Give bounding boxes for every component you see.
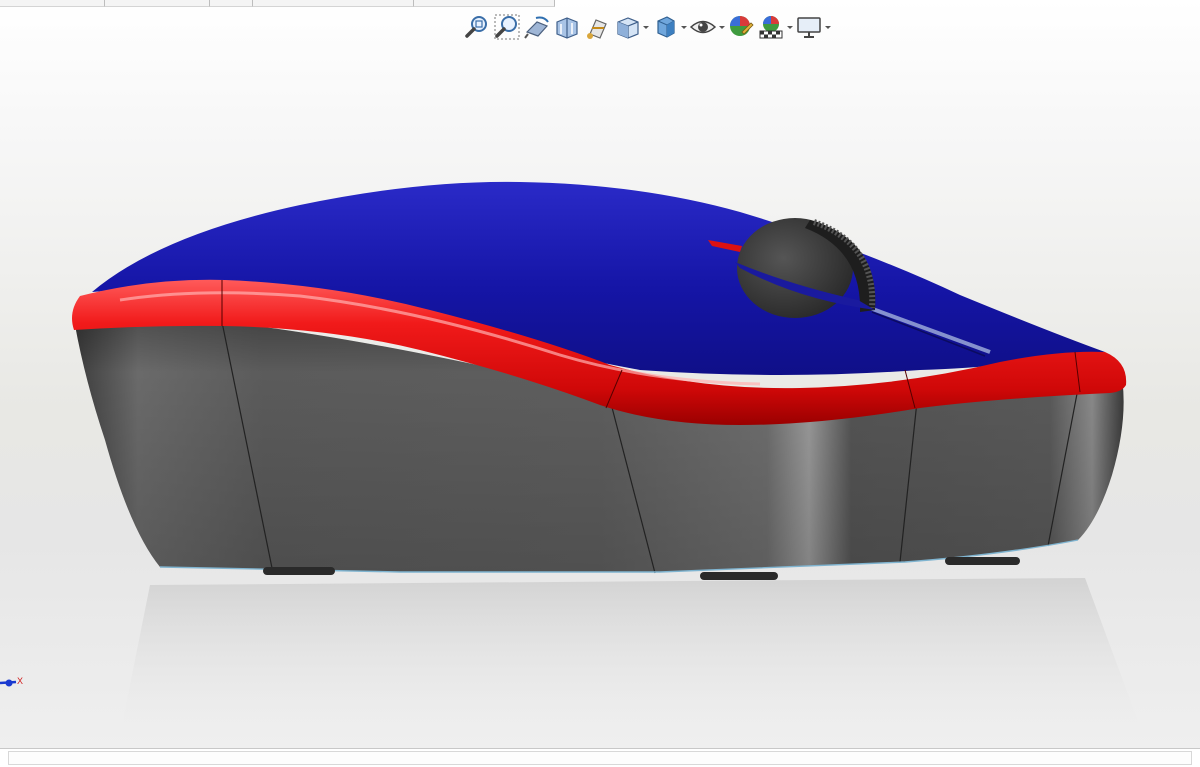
previous-view-button[interactable]: [522, 11, 552, 43]
zoom-to-fit-button[interactable]: [462, 11, 492, 43]
edit-appearance-icon: [730, 16, 754, 36]
reference-triad: X: [0, 676, 23, 687]
view-orientation-button[interactable]: [612, 11, 650, 43]
view-orientation-icon: [617, 17, 639, 39]
edit-appearance-button[interactable]: [726, 11, 756, 43]
chevron-down-icon: [787, 26, 793, 29]
view-settings-button[interactable]: [794, 11, 832, 43]
scroll-wheel[interactable]: [735, 218, 876, 318]
triad-x-label: X: [17, 676, 23, 686]
dynamic-annotation-views-button[interactable]: [582, 11, 612, 43]
zoom-to-fit-icon: [465, 16, 487, 38]
status-bar: [0, 748, 1200, 767]
3d-model-view[interactable]: [0, 0, 1200, 748]
zoom-to-area-button[interactable]: [492, 11, 522, 43]
apply-scene-icon: [759, 16, 783, 39]
zoom-to-area-icon: [494, 14, 520, 40]
dynamic-annotation-views-icon: [587, 19, 607, 39]
status-message-field: [8, 751, 1192, 765]
chevron-down-icon: [719, 26, 725, 29]
heads-up-view-toolbar: [462, 10, 832, 44]
floor-reflection: [118, 578, 1145, 745]
chevron-down-icon: [825, 26, 831, 29]
hide-show-items-button[interactable]: [688, 11, 726, 43]
section-view-icon: [556, 17, 578, 39]
section-view-button[interactable]: [552, 11, 582, 43]
chevron-down-icon: [643, 26, 649, 29]
chevron-down-icon: [681, 26, 687, 29]
graphics-area[interactable]: X: [0, 0, 1200, 748]
hide-show-items-icon: [689, 20, 717, 34]
display-style-button[interactable]: [650, 11, 688, 43]
previous-view-icon: [524, 16, 549, 39]
apply-scene-button[interactable]: [756, 11, 794, 43]
display-style-icon: [657, 16, 675, 38]
view-settings-icon: [797, 17, 821, 38]
